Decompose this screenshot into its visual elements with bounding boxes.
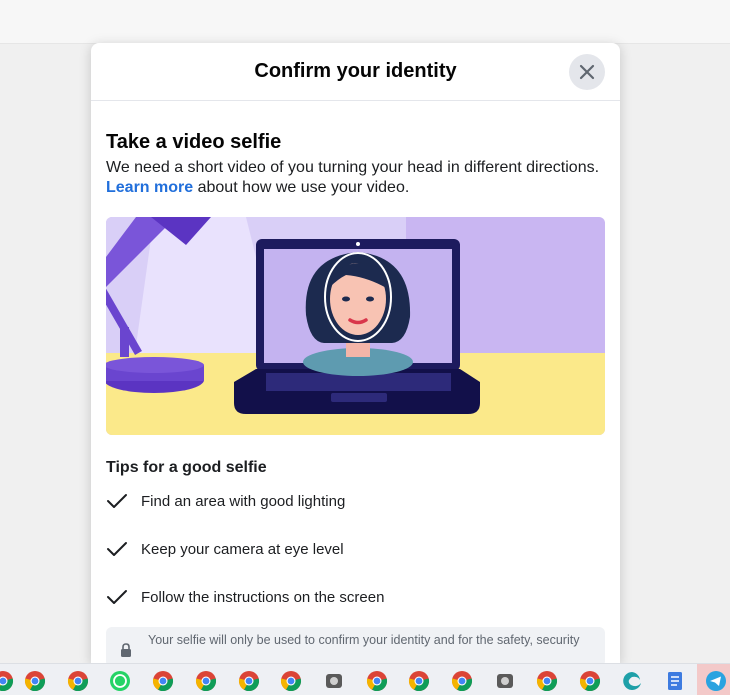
browser-top-area [0, 0, 730, 44]
taskbar-chrome-icon[interactable] [408, 670, 430, 692]
checkmark-icon [106, 490, 141, 512]
close-icon [579, 64, 595, 80]
description-text-end: about how we use your video. [197, 179, 410, 196]
checkmark-icon [106, 586, 141, 608]
close-button[interactable] [569, 54, 605, 90]
taskbar-chrome-icon[interactable] [280, 670, 302, 692]
privacy-notice-text: Your selfie will only be used to confirm… [148, 633, 580, 647]
description-text: We need a short video of you turning you… [106, 159, 600, 176]
tip-item-lighting: Find an area with good lighting [106, 477, 605, 525]
tip-item-instructions: Follow the instructions on the screen [106, 573, 605, 621]
taskbar-chrome-icon[interactable] [238, 670, 260, 692]
video-selfie-illustration [106, 217, 605, 435]
checkmark-icon [106, 538, 141, 560]
taskbar-whatsapp-icon[interactable] [109, 670, 131, 692]
taskbar-chrome-icon[interactable] [152, 670, 174, 692]
learn-more-link[interactable]: Learn more [106, 179, 193, 196]
identity-dialog: Confirm your identity Take a video selfi… [91, 43, 620, 663]
taskbar-chrome-icon[interactable] [579, 670, 601, 692]
taskbar-app-icon[interactable] [494, 670, 516, 692]
taskbar-edge-icon[interactable] [621, 670, 643, 692]
tip-text: Follow the instructions on the screen [141, 588, 385, 606]
section-description: We need a short video of you turning you… [106, 158, 605, 198]
taskbar-chrome-icon[interactable] [24, 670, 46, 692]
dialog-header: Confirm your identity [91, 43, 620, 101]
laptop-graphic [234, 239, 480, 414]
taskbar-chrome-icon[interactable] [536, 670, 558, 692]
taskbar-notepad-icon[interactable] [664, 670, 686, 692]
tip-item-eye-level: Keep your camera at eye level [106, 525, 605, 573]
tip-text: Keep your camera at eye level [141, 540, 344, 558]
taskbar-telegram-icon[interactable] [705, 670, 727, 692]
taskbar-chrome-icon[interactable] [195, 670, 217, 692]
privacy-notice: Your selfie will only be used to confirm… [106, 627, 605, 663]
tip-text: Find an area with good lighting [141, 492, 346, 510]
taskbar [0, 663, 730, 695]
taskbar-chrome-icon[interactable] [67, 670, 89, 692]
taskbar-chrome-icon[interactable] [451, 670, 473, 692]
tips-heading: Tips for a good selfie [106, 459, 267, 476]
taskbar-app-icon[interactable] [323, 670, 345, 692]
taskbar-chrome-icon[interactable] [366, 670, 388, 692]
lock-icon [120, 633, 148, 660]
taskbar-chrome-icon[interactable] [0, 670, 14, 692]
dialog-title: Confirm your identity [254, 60, 457, 82]
section-heading: Take a video selfie [106, 131, 282, 153]
